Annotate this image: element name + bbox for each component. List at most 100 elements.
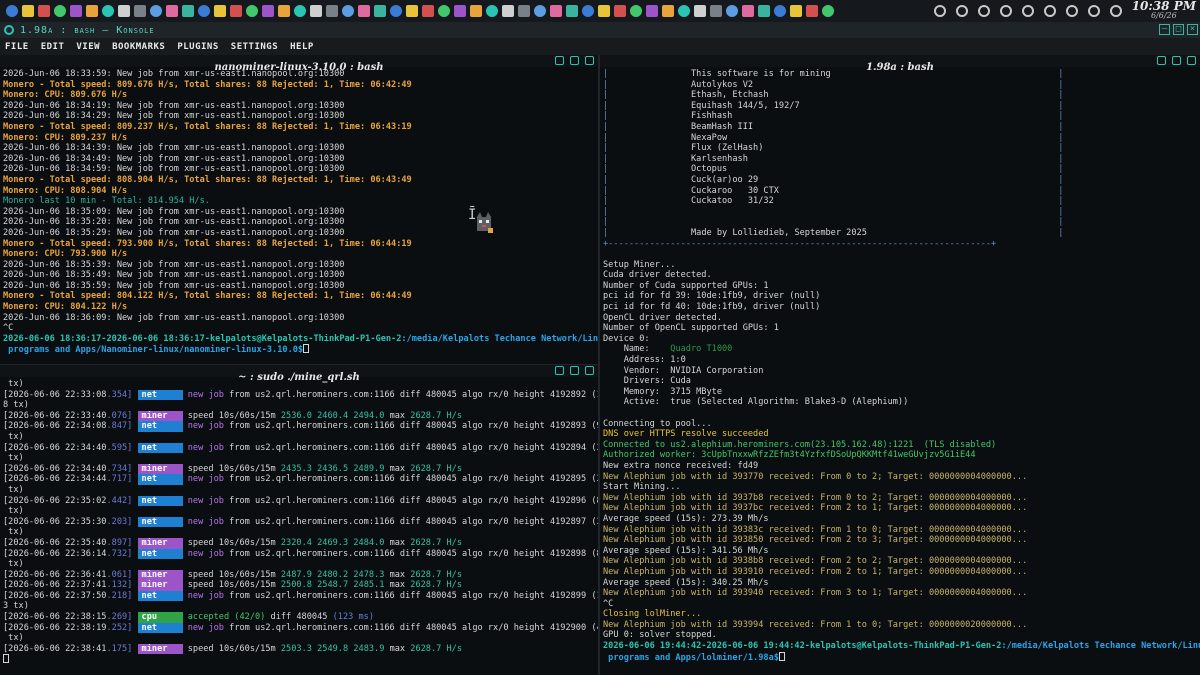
taskbar-app-icon[interactable]: [134, 5, 146, 17]
taskbar-app-icon[interactable]: [438, 5, 450, 17]
taskbar-app-icon[interactable]: [486, 5, 498, 17]
taskbar-app-icon[interactable]: [470, 5, 482, 17]
close-pane-icon[interactable]: [1187, 56, 1196, 65]
volume-icon[interactable]: [1065, 5, 1078, 17]
shell-prompt-cont[interactable]: programs and Apps/lolminer/1.98a$: [603, 651, 1200, 662]
taskbar-app-icon[interactable]: [70, 5, 82, 17]
taskbar-app-icon[interactable]: [710, 5, 722, 17]
taskbar-app-icon[interactable]: [54, 5, 66, 17]
banner-line: | Cuckaroo 30 CTX |: [603, 186, 1200, 197]
wifi-icon[interactable]: [1087, 5, 1100, 17]
bell-icon[interactable]: [999, 5, 1012, 17]
split-pane-icon[interactable]: [1172, 56, 1181, 65]
log-row: [2026-06-06 22:37:50.218] net new job fr…: [3, 590, 598, 602]
flask-icon[interactable]: [977, 5, 990, 17]
taskbar-app-icon[interactable]: [454, 5, 466, 17]
menu-edit[interactable]: Edit: [41, 42, 65, 52]
taskbar-app-icon[interactable]: [102, 5, 114, 17]
taskbar-app-icon[interactable]: [630, 5, 642, 17]
chevron-up-icon[interactable]: [1109, 5, 1122, 17]
log-line: Start Mining...: [603, 482, 681, 493]
taskbar-app-icon[interactable]: [22, 5, 34, 17]
taskbar-app-icon[interactable]: [742, 5, 754, 17]
split-pane-icon[interactable]: [570, 366, 579, 375]
log-line: Monero - Total speed: 793.900 H/s, Total…: [3, 238, 412, 249]
taskbar-app-icon[interactable]: [278, 5, 290, 17]
taskbar-app-icon[interactable]: [182, 5, 194, 17]
maximize-pane-icon[interactable]: [555, 56, 564, 65]
taskbar-app-icon[interactable]: [310, 5, 322, 17]
taskbar-app-icon[interactable]: [614, 5, 626, 17]
menu-view[interactable]: View: [76, 42, 100, 52]
terminal-pane-lolminer[interactable]: 1.98a : bash | This software is for mini…: [600, 55, 1200, 675]
terminal-output[interactable]: 2026-Jun-06 18:33:59: New job from xmr-u…: [0, 67, 598, 355]
terminal-output[interactable]: tx) [2026-06-06 22:33:08.354] net new job…: [0, 377, 598, 665]
maximize-pane-icon[interactable]: [555, 366, 564, 375]
taskbar-app-icon[interactable]: [214, 5, 226, 17]
menu-plugins[interactable]: Plugins: [177, 42, 218, 52]
taskbar-app-icon[interactable]: [262, 5, 274, 17]
taskbar-app-icon[interactable]: [694, 5, 706, 17]
taskbar-app-icon[interactable]: [38, 5, 50, 17]
taskbar-app-icon[interactable]: [6, 5, 18, 17]
taskbar-app-icon[interactable]: [678, 5, 690, 17]
taskbar-app-icon[interactable]: [774, 5, 786, 17]
close-button[interactable]: ×: [1187, 24, 1198, 35]
taskbar-app-icon[interactable]: [422, 5, 434, 17]
taskbar-app-icon[interactable]: [582, 5, 594, 17]
taskbar-app-icon[interactable]: [534, 5, 546, 17]
maximize-button[interactable]: □: [1173, 24, 1184, 35]
terminal-pane-nanominer[interactable]: nanominer-linux-3.10.0 : bash 2026-Jun-0…: [0, 55, 598, 365]
taskbar-app-icon[interactable]: [390, 5, 402, 17]
taskbar-app-icon[interactable]: [502, 5, 514, 17]
taskbar-app-icon[interactable]: [118, 5, 130, 17]
log-timestamp: [2026-06-06 22:36:41: [3, 569, 107, 580]
taskbar-app-icon[interactable]: [518, 5, 530, 17]
taskbar-app-icon[interactable]: [406, 5, 418, 17]
close-pane-icon[interactable]: [585, 366, 594, 375]
taskbar-app-icon[interactable]: [166, 5, 178, 17]
shell-prompt-cont[interactable]: programs and Apps/Nanominer-linux/nanomi…: [3, 344, 598, 355]
shield-icon[interactable]: [933, 5, 946, 17]
menu-bookmarks[interactable]: Bookmarks: [112, 42, 165, 52]
taskbar-app-icon[interactable]: [598, 5, 610, 17]
konsole-app-icon[interactable]: [4, 25, 14, 35]
clipboard-icon[interactable]: [1021, 5, 1034, 17]
taskbar-app-icon[interactable]: [342, 5, 354, 17]
split-pane-icon[interactable]: [570, 56, 579, 65]
taskbar-app-icon[interactable]: [550, 5, 562, 17]
shell-prompt[interactable]: 2026-06-06 18:36:17-2026-06-06 18:36:17-…: [3, 334, 598, 345]
taskbar-app-icon[interactable]: [150, 5, 162, 17]
clock[interactable]: 10:38 PM 6/6/26: [1132, 0, 1196, 20]
taskbar-app-icon[interactable]: [326, 5, 338, 17]
menu-help[interactable]: Help: [290, 42, 314, 52]
taskbar-app-icon[interactable]: [230, 5, 242, 17]
taskbar-app-icon[interactable]: [358, 5, 370, 17]
shell-prompt[interactable]: 2026-06-06 19:44:42-2026-06-06 19:44:42-…: [603, 641, 1200, 652]
menu-file[interactable]: File: [5, 42, 29, 52]
taskbar-app-icon[interactable]: [662, 5, 674, 17]
shell-prompt[interactable]: [3, 654, 598, 665]
taskbar-app-icon[interactable]: [806, 5, 818, 17]
taskbar-app-icon[interactable]: [566, 5, 578, 17]
taskbar-app-icon[interactable]: [790, 5, 802, 17]
log-ms: .252]: [106, 622, 133, 633]
maximize-pane-icon[interactable]: [1157, 56, 1166, 65]
close-pane-icon[interactable]: [585, 56, 594, 65]
minimize-button[interactable]: –: [1159, 24, 1170, 35]
taskbar-app-icon[interactable]: [758, 5, 770, 17]
taskbar-app-icon[interactable]: [822, 5, 834, 17]
terminal-pane-qrl[interactable]: ~ : sudo ./mine_qrl.sh tx) [2026-06-06 22…: [0, 365, 598, 675]
taskbar-app-icon[interactable]: [86, 5, 98, 17]
taskbar-app-icon[interactable]: [294, 5, 306, 17]
window-titlebar[interactable]: 1.98a : bash — Konsole – □ ×: [0, 22, 1200, 38]
terminal-output[interactable]: | This software is for mining | | Autolyko…: [600, 67, 1200, 662]
bluetooth-icon[interactable]: [1043, 5, 1056, 17]
globe-icon[interactable]: [955, 5, 968, 17]
taskbar-app-icon[interactable]: [374, 5, 386, 17]
taskbar-app-icon[interactable]: [726, 5, 738, 17]
menu-settings[interactable]: Settings: [231, 42, 278, 52]
taskbar-app-icon[interactable]: [246, 5, 258, 17]
taskbar-app-icon[interactable]: [198, 5, 210, 17]
taskbar-app-icon[interactable]: [646, 5, 658, 17]
